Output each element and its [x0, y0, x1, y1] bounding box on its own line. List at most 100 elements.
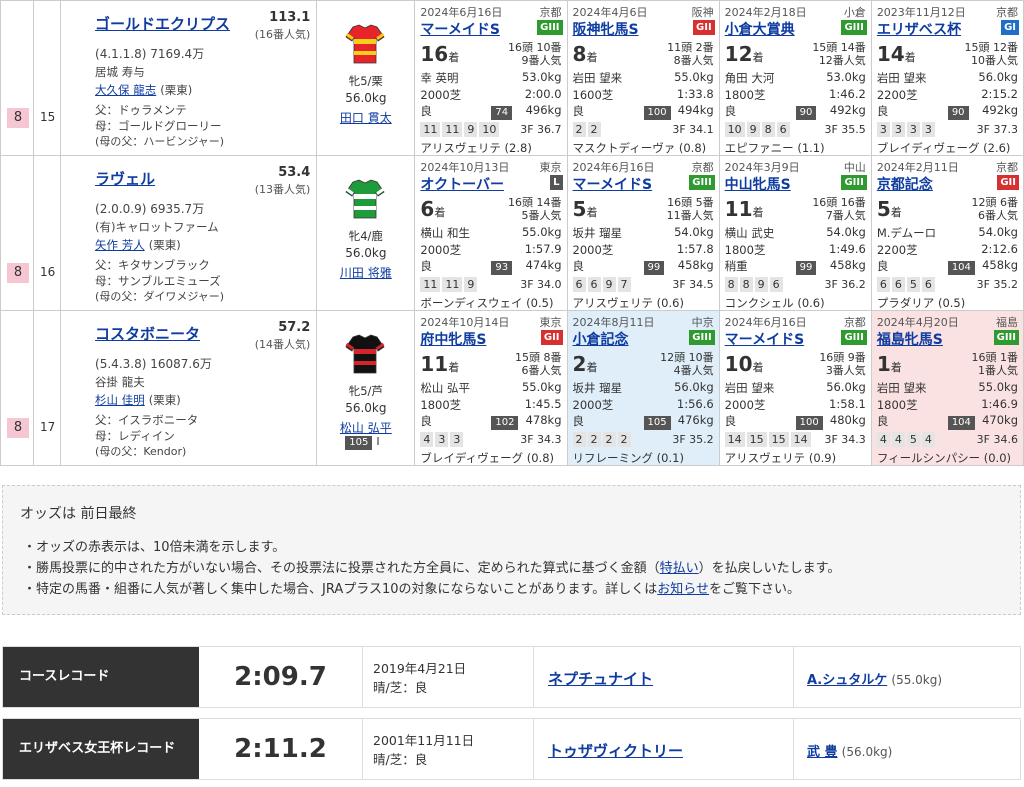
- career-record: (5.4.3.8) 16087.6万: [95, 357, 212, 371]
- jockey-rating: 105 I: [345, 435, 380, 450]
- race-venue: 東京: [539, 161, 562, 174]
- race-venue: 京都: [843, 316, 866, 329]
- race-name-link[interactable]: マーメイドS: [573, 174, 653, 194]
- race-name-link[interactable]: 小倉大賞典: [725, 19, 795, 39]
- trainer-link[interactable]: 矢作 芳人: [95, 238, 145, 252]
- field-info: 16頭 14番 5番人気: [508, 196, 562, 222]
- past-race-cell: 2024年4月6日 阪神 阪神牝馬S GII 8着 11頭 2番 8番人気 岩田 望来 55.0…: [566, 0, 720, 156]
- last-3f: 3F 36.2: [824, 278, 866, 291]
- race-name-link[interactable]: マーメイドS: [725, 329, 805, 349]
- last-3f: 3F 34.0: [520, 278, 562, 291]
- race-weight: 53.0kg: [826, 70, 866, 84]
- body-weight: 492kg: [829, 103, 866, 117]
- waku-badge: 8: [7, 263, 29, 283]
- notes-line-3-end: をご覧下さい。: [708, 582, 800, 597]
- race-rating: 100: [795, 414, 823, 430]
- field-info: 16頭 16番 7番人気: [812, 196, 866, 222]
- corner-positions: 11 11 9 10: [420, 122, 501, 137]
- trainer-link[interactable]: 杉山 佳明: [95, 393, 145, 407]
- race-venue: 中京: [691, 316, 714, 329]
- waku-badge: 8: [7, 108, 29, 128]
- race-record-horse-link[interactable]: トゥザヴィクトリー: [548, 740, 683, 761]
- trainer-link[interactable]: 大久保 龍志: [95, 83, 156, 97]
- race-date: 2024年3月9日: [724, 161, 800, 174]
- special-payout-link[interactable]: 特払い: [660, 561, 699, 576]
- grade-badge: L: [550, 175, 563, 190]
- race-name-link[interactable]: 小倉記念: [573, 329, 629, 349]
- race-date: 2024年6月16日: [572, 161, 655, 174]
- race-time: 2:15.2: [981, 87, 1018, 101]
- race-popularity: 7番人気: [825, 209, 866, 222]
- winner-margin: フィールシンパシー (0.0): [876, 451, 1011, 465]
- race-distance: 2200芝: [876, 243, 918, 257]
- odds-value: 53.4: [278, 165, 311, 180]
- past-race-cell: 2024年3月9日 中山 中山牝馬S GIII 11着 16頭 16番 7番人気 横山 武史 5…: [718, 155, 872, 311]
- race-name-link[interactable]: 中山牝馬S: [725, 174, 791, 194]
- race-jockey: 岩田 望来: [572, 71, 623, 85]
- sire-name: 父：イスラボニータ: [95, 413, 199, 427]
- course-record-horse-link[interactable]: ネプチュナイト: [548, 668, 653, 689]
- race-popularity: 10番人気: [971, 54, 1018, 67]
- finish-position: 1着: [877, 352, 902, 376]
- jockey-link[interactable]: 松山 弘平: [317, 419, 414, 436]
- last-3f: 3F 34.6: [976, 433, 1018, 446]
- race-popularity: 5番人気: [521, 209, 562, 222]
- race-weight: 54.0kg: [826, 225, 866, 239]
- past-race-cell: 2024年6月16日 京都 マーメイドS GIII 16着 16頭 10番 9番人気幸 英明…: [414, 0, 568, 156]
- race-name-link[interactable]: オクトーバー: [420, 174, 504, 194]
- carried-weight: 56.0kg: [345, 246, 387, 260]
- race-name-link[interactable]: 福島牝馬S: [877, 329, 943, 349]
- race-jockey: 横山 武史: [724, 226, 775, 240]
- race-name-link[interactable]: マーメイドS: [420, 19, 500, 39]
- race-popularity: 11番人気: [666, 209, 714, 222]
- horse-name-link[interactable]: ゴールドエクリプス: [95, 13, 230, 34]
- corner-position: 6: [891, 277, 905, 292]
- finish-rank: 5: [876, 197, 891, 221]
- race-distance: 2000芝: [420, 88, 462, 102]
- grade-badge: GIII: [841, 20, 867, 35]
- jockey-cell: 牝4/鹿 56.0kg 川田 将雅: [316, 155, 416, 311]
- last-3f: 3F 34.5: [672, 278, 714, 291]
- race-distance: 1800芝: [724, 243, 766, 257]
- race-popularity: 4番人気: [673, 364, 714, 377]
- owner-name: 居城 寿与: [95, 65, 145, 79]
- track-condition: 良: [876, 259, 889, 273]
- race-venue: 京都: [539, 6, 562, 19]
- last-3f: 3F 34.3: [824, 433, 866, 446]
- race-rating: 90: [947, 104, 969, 120]
- rating-badge: 102: [491, 416, 519, 430]
- horse-name-link[interactable]: コスタボニータ: [95, 323, 200, 344]
- notice-link[interactable]: お知らせ: [657, 582, 709, 597]
- owner-name: (有)キャロットファーム: [95, 220, 219, 234]
- jockey-link[interactable]: 田口 貫太: [317, 109, 414, 126]
- race-popularity: 8番人気: [673, 54, 714, 67]
- winner-margin: ボーンディスウェイ (0.5): [420, 296, 554, 310]
- course-record-time: 2:09.7: [199, 647, 363, 707]
- corner-position: 2: [587, 432, 601, 447]
- horse-number: 16: [40, 265, 56, 279]
- grade-badge: GII: [693, 20, 715, 35]
- race-name-link[interactable]: 府中牝馬S: [420, 329, 486, 349]
- jockey-link[interactable]: 川田 将雅: [317, 264, 414, 281]
- horse-name-link[interactable]: ラヴェル: [95, 168, 155, 189]
- finish-position: 12着: [725, 42, 764, 66]
- corner-position: 9: [464, 277, 478, 292]
- body-weight: 494kg: [677, 103, 714, 117]
- race-name-link[interactable]: 阪神牝馬S: [573, 19, 639, 39]
- corner-position: 2: [602, 432, 616, 447]
- race-rating: 74: [491, 104, 513, 120]
- race-weight: 56.0kg: [826, 380, 866, 394]
- track-condition: 良: [724, 414, 737, 428]
- race-name-link[interactable]: 京都記念: [877, 174, 933, 194]
- race-name-link[interactable]: エリザベス杯: [877, 19, 961, 39]
- course-record-jockey-link[interactable]: A.シュタルケ: [807, 673, 887, 688]
- winner-margin: アリスヴェリテ (0.9): [724, 451, 837, 465]
- race-rating: 104: [947, 259, 975, 275]
- corner-position: 5: [906, 432, 920, 447]
- field-info: 16頭 9番 3番人気: [819, 351, 866, 377]
- last-3f: 3F 37.3: [976, 123, 1018, 136]
- corner-position: 14: [724, 432, 745, 447]
- race-record-jockey-link[interactable]: 武 豊: [807, 745, 838, 760]
- silk-icon: [345, 333, 385, 375]
- course-record-weight: (55.0kg): [891, 673, 943, 687]
